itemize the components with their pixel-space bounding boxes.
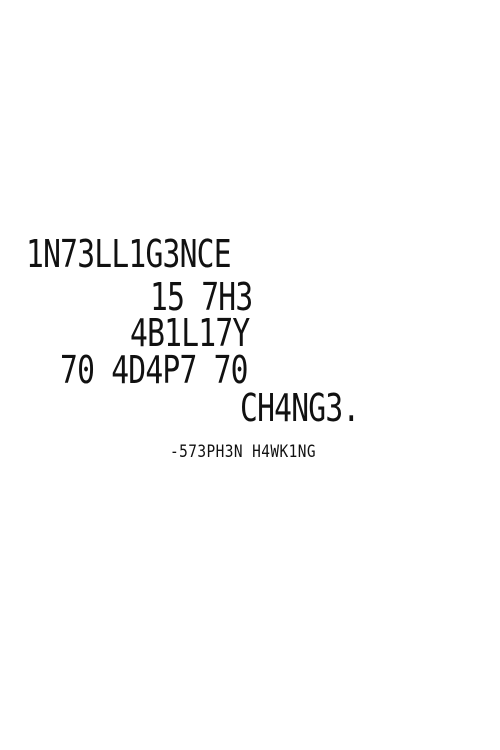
quote-attribution: -573PH3N H4WK1NG (170, 442, 317, 462)
quote-line-3: 4B1L17Y (130, 311, 250, 355)
quote-line-1: 1N73LL1G3NCE (26, 232, 232, 276)
quote-line-4: 70 4D4P7 70 (60, 348, 249, 392)
quote-card: 1N73LL1G3NCE 15 7H3 4B1L17Y 70 4D4P7 70 … (0, 0, 500, 750)
quote-line-5: CH4NG3. (240, 386, 360, 430)
